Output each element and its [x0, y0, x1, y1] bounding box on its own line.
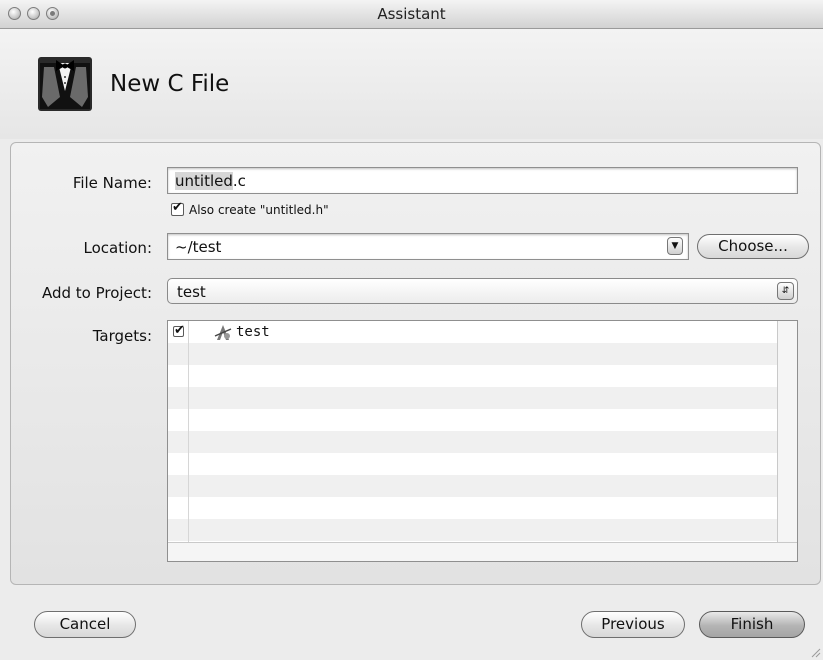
location-value: ~/test	[175, 238, 222, 256]
table-row	[168, 409, 777, 431]
add-to-project-label: Add to Project:	[41, 284, 152, 302]
table-row	[168, 497, 777, 519]
horizontal-scrollbar[interactable]	[168, 542, 797, 561]
project-value: test	[177, 283, 206, 301]
assistant-header: New C File	[0, 29, 823, 139]
project-popup[interactable]: test ⇵	[167, 278, 798, 304]
page-title: New C File	[110, 71, 230, 97]
assistant-window: Assistant New C File File Name: untitled…	[0, 0, 823, 660]
target-checkbox[interactable]	[173, 323, 185, 338]
finish-button[interactable]: Finish	[699, 611, 805, 638]
target-app-icon	[214, 325, 232, 340]
also-create-header-label: Also create "untitled.h"	[189, 203, 329, 217]
file-name-input[interactable]: untitled.c	[167, 167, 798, 194]
table-row	[168, 453, 777, 475]
table-row	[168, 343, 777, 365]
table-row	[168, 431, 777, 453]
tuxedo-assistant-icon	[38, 57, 92, 111]
targets-label: Targets:	[92, 327, 152, 345]
cancel-button[interactable]: Cancel	[34, 611, 136, 638]
location-label: Location:	[83, 239, 153, 257]
table-row	[168, 387, 777, 409]
location-dropdown-arrow-icon[interactable]: ▼	[667, 237, 683, 255]
table-row	[168, 365, 777, 387]
target-name: test	[236, 324, 270, 340]
updown-arrows-icon: ⇵	[777, 282, 794, 300]
file-name-text: untitled.c	[175, 172, 246, 190]
file-name-label: File Name:	[72, 174, 152, 192]
column-divider	[188, 321, 189, 543]
file-name-extension: .c	[232, 172, 246, 190]
window-title: Assistant	[377, 5, 446, 23]
vertical-scrollbar[interactable]	[777, 321, 797, 543]
title-bar[interactable]: Assistant	[0, 0, 823, 29]
resize-grip-icon[interactable]	[809, 646, 821, 658]
table-row	[168, 519, 777, 541]
choose-button[interactable]: Choose...	[697, 234, 809, 259]
also-create-header-checkbox[interactable]	[171, 200, 184, 216]
location-combo-input[interactable]: ~/test	[167, 233, 689, 260]
table-row	[168, 475, 777, 497]
file-name-selection: untitled	[175, 172, 233, 190]
table-row[interactable]: test	[168, 321, 777, 343]
targets-table[interactable]: test	[167, 320, 798, 562]
previous-button[interactable]: Previous	[581, 611, 685, 638]
